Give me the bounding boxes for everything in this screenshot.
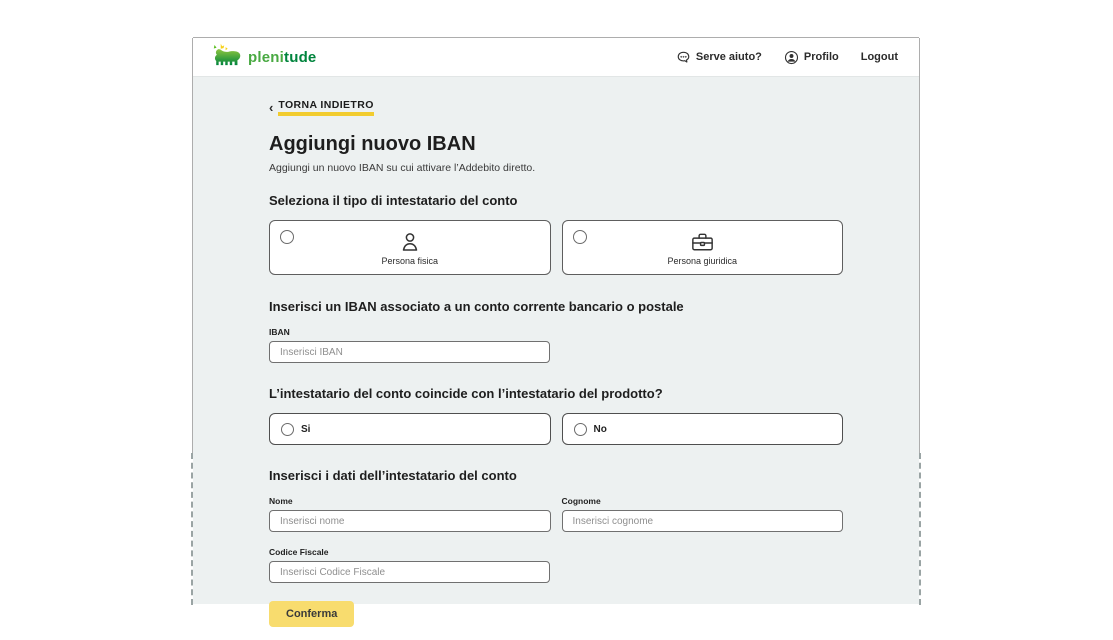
option-card-persona-fisica[interactable]: Persona fisica xyxy=(269,220,551,275)
option-label: Si xyxy=(301,424,310,435)
option-label: Persona giuridica xyxy=(667,256,737,266)
codice-fiscale-label: Codice Fiscale xyxy=(269,547,550,557)
plenitude-wordmark: plenitude xyxy=(248,49,316,66)
main-content: ‹ TORNA INDIETRO Aggiungi nuovo IBAN Agg… xyxy=(193,77,919,627)
back-link-label: TORNA INDIETRO xyxy=(278,99,373,116)
header-actions: Serve aiuto? Profilo Logout xyxy=(676,50,898,65)
logout-link[interactable]: Logout xyxy=(861,51,898,63)
holder-data-heading: Inserisci i dati dell’intestatario del c… xyxy=(269,468,843,483)
radio-si[interactable] xyxy=(281,423,294,436)
iban-heading: Inserisci un IBAN associato a un conto c… xyxy=(269,299,843,314)
six-legged-dog-icon xyxy=(211,43,243,72)
top-bar: plenitude Serve aiuto? xyxy=(193,38,919,77)
radio-persona-fisica[interactable] xyxy=(280,230,294,244)
nome-field-group: Nome xyxy=(269,496,551,532)
window-edge-left-dashed xyxy=(191,453,193,605)
help-link[interactable]: Serve aiuto? xyxy=(676,50,762,65)
radio-no[interactable] xyxy=(574,423,587,436)
option-card-persona-giuridica[interactable]: Persona giuridica xyxy=(562,220,844,275)
coincide-options: Si No xyxy=(269,413,843,445)
option-box-no[interactable]: No xyxy=(562,413,844,445)
option-box-si[interactable]: Si xyxy=(269,413,551,445)
window-edge-left-solid xyxy=(192,38,193,453)
profile-label: Profilo xyxy=(804,51,839,63)
option-label: Persona fisica xyxy=(381,256,438,266)
codice-fiscale-field-group: Codice Fiscale xyxy=(269,547,550,583)
plenitude-logo[interactable]: plenitude xyxy=(211,43,316,72)
page-title: Aggiungi nuovo IBAN xyxy=(269,133,843,156)
holder-type-options: Persona fisica Persona giuridica xyxy=(269,220,843,275)
radio-persona-giuridica[interactable] xyxy=(573,230,587,244)
cognome-input[interactable] xyxy=(562,510,844,532)
cognome-field-group: Cognome xyxy=(562,496,844,532)
iban-field-group: IBAN xyxy=(269,327,843,363)
iban-input[interactable] xyxy=(269,341,550,363)
briefcase-icon xyxy=(689,230,716,254)
coincide-heading: L’intestatario del conto coincide con l’… xyxy=(269,386,843,401)
help-label: Serve aiuto? xyxy=(696,51,762,63)
codice-fiscale-input[interactable] xyxy=(269,561,550,583)
nome-input[interactable] xyxy=(269,510,551,532)
confirm-button[interactable]: Conferma xyxy=(269,601,354,627)
person-icon xyxy=(398,230,422,254)
back-link[interactable]: ‹ TORNA INDIETRO xyxy=(269,99,374,116)
user-circle-icon xyxy=(784,50,799,65)
chat-bubble-icon xyxy=(676,50,691,65)
window-edge-right-solid xyxy=(919,38,920,453)
page-subtitle: Aggiungi un nuovo IBAN su cui attivare l… xyxy=(269,162,843,174)
window-edge-right-dashed xyxy=(919,453,921,605)
app-window: plenitude Serve aiuto? xyxy=(193,37,919,604)
holder-type-heading: Seleziona il tipo di intestatario del co… xyxy=(269,193,843,208)
logout-label: Logout xyxy=(861,51,898,63)
option-label: No xyxy=(594,424,607,435)
profile-link[interactable]: Profilo xyxy=(784,50,839,65)
nome-label: Nome xyxy=(269,496,551,506)
chevron-left-icon: ‹ xyxy=(269,101,273,114)
name-fields-row: Nome Cognome xyxy=(269,496,843,532)
iban-label: IBAN xyxy=(269,327,843,337)
cognome-label: Cognome xyxy=(562,496,844,506)
